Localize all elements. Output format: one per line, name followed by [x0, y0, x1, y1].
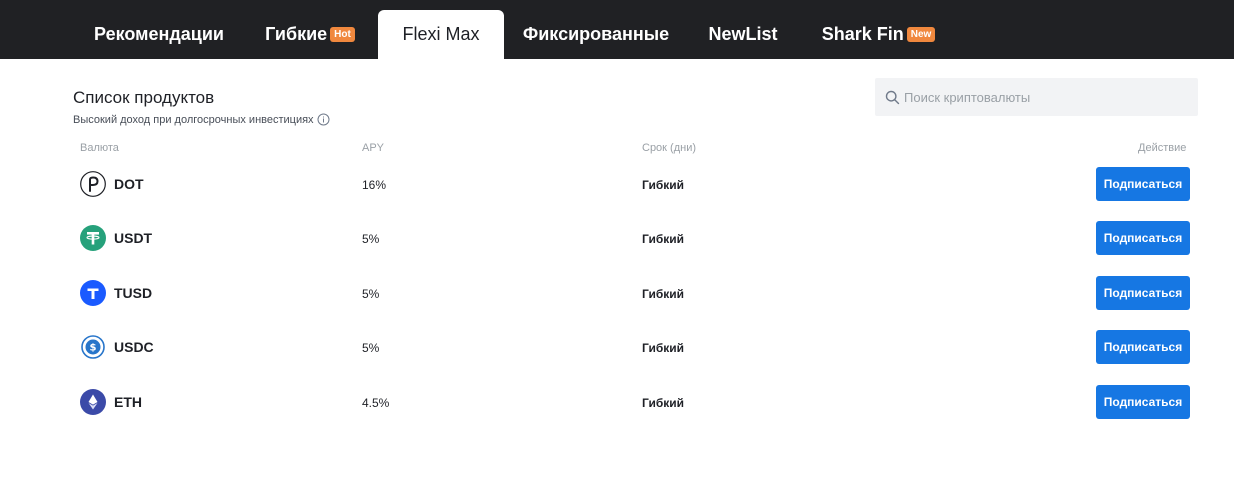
- coin-name: USDC: [114, 339, 154, 355]
- hot-badge: Hot: [330, 27, 355, 42]
- subscribe-button[interactable]: Подписаться: [1096, 221, 1190, 255]
- usdc-icon: $: [80, 334, 106, 360]
- subscribe-button[interactable]: Подписаться: [1096, 167, 1190, 201]
- apy-value: 5%: [362, 287, 380, 301]
- table-row: TUSD 5% Гибкий Подписаться: [73, 266, 1198, 320]
- tab-fixed[interactable]: Фиксированные: [512, 10, 680, 59]
- coin-name: USDT: [114, 230, 153, 246]
- table-row: USDT 5% Гибкий Подписаться: [73, 211, 1198, 265]
- product-list-title: Список продуктов: [73, 88, 215, 107]
- tab-label: Flexi Max: [402, 24, 480, 44]
- new-badge: New: [906, 27, 936, 42]
- crypto-search-box[interactable]: [875, 78, 1198, 116]
- apy-value: 5%: [362, 341, 380, 355]
- search-input[interactable]: [904, 89, 1184, 105]
- column-header-term: Срок (дни): [642, 142, 697, 154]
- tab-newlist[interactable]: NewList: [695, 10, 791, 59]
- table-row: $ USDC 5% Гибкий Подписаться: [73, 320, 1198, 374]
- product-list-subtitle: Высокий доход при долгосрочных инвестици…: [73, 113, 330, 126]
- trueusd-icon: [80, 280, 106, 306]
- svg-text:$: $: [90, 343, 97, 354]
- tab-label: Гибкие: [265, 24, 328, 44]
- tab-flexible[interactable]: Гибкие Hot: [254, 10, 366, 59]
- tether-icon: [80, 225, 106, 251]
- table-row: ETH 4.5% Гибкий Подписаться: [73, 375, 1198, 429]
- apy-value: 5%: [362, 232, 380, 246]
- coin-name: TUSD: [114, 285, 153, 301]
- apy-value: 4.5%: [362, 396, 390, 410]
- tab-flexi-max[interactable]: Flexi Max: [378, 10, 504, 59]
- polkadot-icon: [80, 171, 106, 197]
- tab-label: Shark Fin: [821, 24, 904, 44]
- tab-label: Фиксированные: [522, 24, 670, 44]
- coin-name: ETH: [114, 394, 142, 410]
- term-value: Гибкий: [642, 396, 685, 410]
- term-value: Гибкий: [642, 178, 685, 192]
- product-tabs-bar: Рекомендации Гибкие Hot Flexi Max Фиксир…: [0, 0, 1234, 59]
- term-value: Гибкий: [642, 232, 685, 246]
- tab-label: NewList: [708, 24, 778, 44]
- coin-name: DOT: [114, 176, 144, 192]
- tab-recommendations[interactable]: Рекомендации: [80, 10, 238, 59]
- info-icon[interactable]: [317, 113, 330, 126]
- term-value: Гибкий: [642, 341, 685, 355]
- search-icon: [885, 90, 900, 105]
- term-value: Гибкий: [642, 287, 685, 301]
- column-header-currency: Валюта: [80, 142, 119, 154]
- subscribe-button[interactable]: Подписаться: [1096, 276, 1190, 310]
- subscribe-button[interactable]: Подписаться: [1096, 330, 1190, 364]
- subscribe-button[interactable]: Подписаться: [1096, 385, 1190, 419]
- column-header-apy: APY: [362, 142, 385, 154]
- tab-label: Рекомендации: [94, 24, 224, 44]
- subtitle-text: Высокий доход при долгосрочных инвестици…: [73, 113, 314, 126]
- tab-shark-fin[interactable]: Shark Fin New: [806, 10, 951, 59]
- table-row: DOT 16% Гибкий Подписаться: [73, 157, 1198, 211]
- ethereum-icon: [80, 389, 106, 415]
- column-header-action: Действие: [1138, 142, 1187, 154]
- apy-value: 16%: [362, 178, 387, 192]
